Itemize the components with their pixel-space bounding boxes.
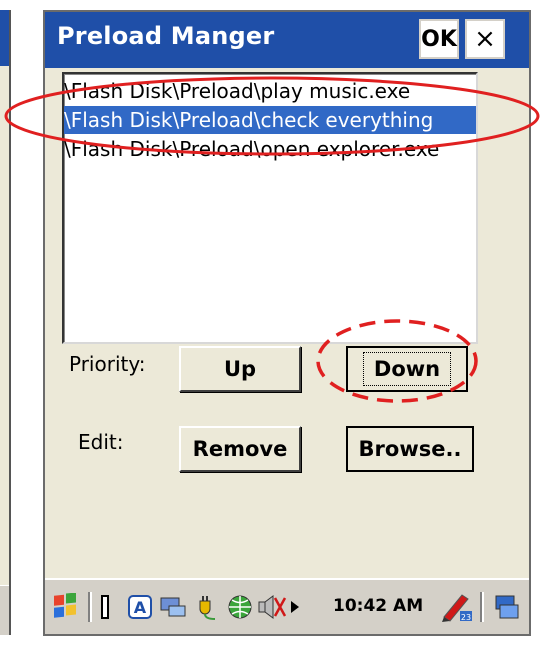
globe-icon[interactable] xyxy=(225,592,255,622)
svg-text:23: 23 xyxy=(461,613,471,622)
list-item-selected[interactable]: \Flash Disk\Preload\check everything xyxy=(64,106,476,134)
close-icon: × xyxy=(474,24,496,54)
ime-a-icon[interactable]: A xyxy=(125,592,155,622)
preload-file-list[interactable]: \Flash Disk\Preload\play music.exe \Flas… xyxy=(62,72,478,344)
priority-label: Priority: xyxy=(69,352,146,376)
edit-label: Edit: xyxy=(78,430,124,454)
preload-manager-window: Preload Manger OK × \Flash Disk\Preload\… xyxy=(43,10,531,636)
neighbor-titlebar xyxy=(0,10,9,66)
speaker-muted-icon[interactable] xyxy=(257,592,287,622)
taskbar-separator xyxy=(477,590,489,624)
neighbor-taskbar xyxy=(0,585,9,635)
neighbor-window-edge xyxy=(0,10,11,635)
titlebar: Preload Manger OK × xyxy=(45,12,529,68)
calendar-pen-icon[interactable]: 23 xyxy=(439,592,475,622)
arrow-right-icon[interactable] xyxy=(287,592,303,622)
network-icon[interactable] xyxy=(157,592,187,622)
ok-button[interactable]: OK xyxy=(419,19,459,59)
close-button[interactable]: × xyxy=(465,19,505,59)
taskbar: A 10:42 AM 23 xyxy=(45,578,529,634)
start-icon[interactable] xyxy=(51,592,81,622)
down-button[interactable]: Down xyxy=(346,346,468,392)
taskbar-clock[interactable]: 10:42 AM xyxy=(333,596,423,616)
down-button-label: Down xyxy=(362,352,452,386)
list-item[interactable]: \Flash Disk\Preload\play music.exe xyxy=(64,77,476,105)
svg-text:A: A xyxy=(134,598,147,617)
power-plug-icon[interactable] xyxy=(193,592,223,622)
browse-button[interactable]: Browse.. xyxy=(346,426,474,472)
window-title: Preload Manger xyxy=(57,22,275,50)
up-button[interactable]: Up xyxy=(179,346,301,392)
list-item[interactable]: \Flash Disk\Preload\open explorer.exe xyxy=(64,135,476,163)
remove-button[interactable]: Remove xyxy=(179,426,301,472)
taskbar-separator xyxy=(85,590,97,624)
desktop-icon[interactable] xyxy=(491,592,521,622)
input-panel-icon[interactable] xyxy=(97,592,113,622)
